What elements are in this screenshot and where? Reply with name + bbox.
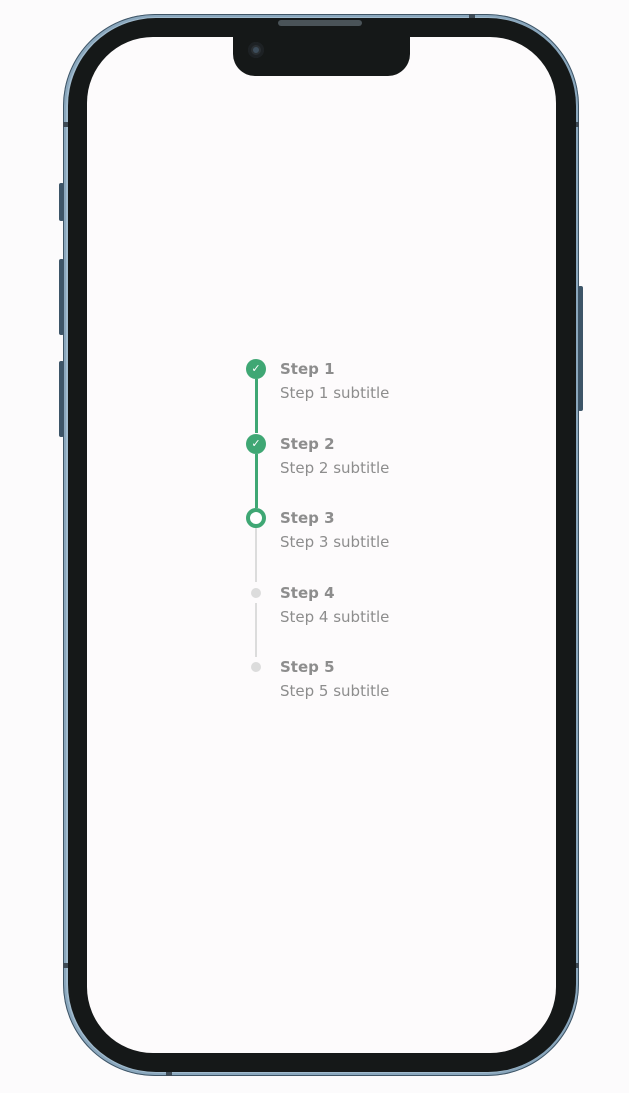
step-subtitle: Step 5 subtitle <box>280 682 390 700</box>
dot-icon <box>251 587 261 598</box>
step-text: Step 4 Step 4 subtitle <box>280 583 389 627</box>
step-connector <box>255 528 257 582</box>
step-indicator <box>246 657 266 677</box>
ring-icon <box>246 508 266 528</box>
camera-icon <box>248 42 264 58</box>
step-subtitle: Step 2 subtitle <box>280 458 390 477</box>
step-connector <box>255 379 258 433</box>
step-indicator: ✓ <box>246 433 266 454</box>
step-title: Step 5 <box>280 658 335 676</box>
step-text: Step 3 Step 3 subtitle <box>280 508 389 552</box>
step-subtitle: Step 3 subtitle <box>280 533 390 551</box>
step-connector <box>255 453 258 508</box>
step-text: Step 1 Step 1 subtitle <box>280 359 389 403</box>
stage: ✓ Step 1 Step 1 subtitle ✓ Step 2 Step 2… <box>0 0 629 1093</box>
step-subtitle: Step 4 subtitle <box>280 607 390 626</box>
step-title: Step 1 <box>280 360 335 378</box>
step-indicator <box>246 508 266 528</box>
step-title: Step 2 <box>280 434 335 453</box>
step-indicator <box>246 583 266 603</box>
vertical-stepper: ✓ Step 1 Step 1 subtitle ✓ Step 2 Step 2… <box>236 353 456 726</box>
step-subtitle: Step 1 subtitle <box>280 384 390 402</box>
step-item[interactable]: Step 3 Step 3 subtitle <box>236 502 456 582</box>
step-text: Step 5 Step 5 subtitle <box>280 657 389 701</box>
step-title: Step 3 <box>280 509 335 527</box>
step-indicator: ✓ <box>246 359 266 379</box>
step-item[interactable]: Step 4 Step 4 subtitle <box>236 577 456 657</box>
step-item[interactable]: Step 5 Step 5 subtitle <box>236 651 456 726</box>
step-item[interactable]: ✓ Step 1 Step 1 subtitle <box>236 353 456 433</box>
step-connector <box>255 602 257 657</box>
dot-icon <box>251 662 261 672</box>
check-icon: ✓ <box>246 433 266 454</box>
speaker-grille <box>278 20 362 26</box>
check-icon: ✓ <box>246 359 266 379</box>
step-text: Step 2 Step 2 subtitle <box>280 434 389 478</box>
step-title: Step 4 <box>280 583 335 602</box>
step-item[interactable]: ✓ Step 2 Step 2 subtitle <box>236 428 456 508</box>
